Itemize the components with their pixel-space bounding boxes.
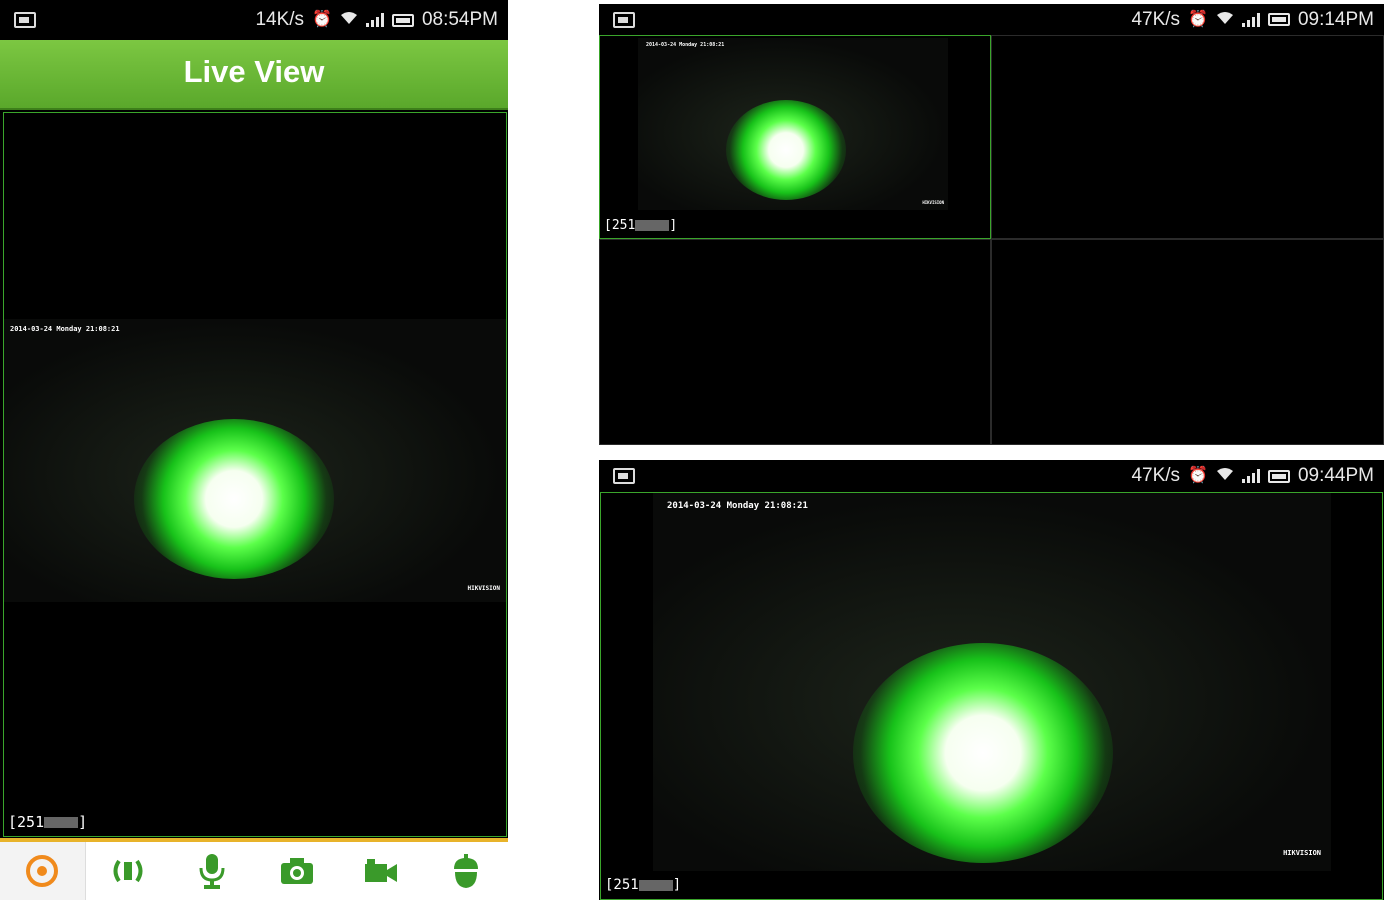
quad-cell-2[interactable] xyxy=(991,35,1384,239)
network-speed: 47K/s xyxy=(1131,465,1181,486)
battery-icon xyxy=(1267,13,1290,26)
snapshot-button[interactable] xyxy=(255,842,340,900)
feed-timestamp: 2014-03-24 Monday 21:08:21 xyxy=(667,501,808,511)
portrait-live-view-screen: 14K/s ⏰ 08:54PM Live View 2014-03-24 Mon… xyxy=(0,0,508,900)
redacted-id xyxy=(635,220,670,231)
feed-watermark: HIKVISION xyxy=(467,585,500,592)
signal-icon xyxy=(365,13,384,27)
network-speed: 47K/s xyxy=(1131,8,1181,30)
live-view-pane[interactable]: 2014-03-24 Monday 21:08:21 HIKVISION [25… xyxy=(3,112,507,837)
video-camera-icon xyxy=(365,859,398,882)
wifi-icon xyxy=(1216,11,1234,29)
quad-cell-4[interactable] xyxy=(991,239,1384,445)
record-button[interactable] xyxy=(339,842,424,900)
channel-label: [251] xyxy=(605,877,681,893)
more-button[interactable] xyxy=(424,842,509,900)
audio-button[interactable] xyxy=(86,842,171,900)
light-glare xyxy=(853,643,1113,863)
quad-cell-3[interactable] xyxy=(599,239,991,445)
status-bar: 14K/s ⏰ 08:54PM xyxy=(0,0,508,40)
landscape-view-screen: 47K/s ⏰ 09:44PM 2014-03-24 Monday 21:08:… xyxy=(599,460,1384,900)
redacted-id xyxy=(44,817,79,828)
redacted-id xyxy=(638,879,673,891)
light-glare xyxy=(134,419,334,579)
talk-button[interactable] xyxy=(170,842,255,900)
page-title: Live View xyxy=(183,54,325,89)
feed-timestamp: 2014-03-24 Monday 21:08:21 xyxy=(10,325,120,333)
camera-icon xyxy=(280,858,313,884)
alarm-icon: ⏰ xyxy=(1188,467,1208,484)
clock: 09:44PM xyxy=(1297,465,1374,486)
status-bar: 47K/s ⏰ 09:44PM xyxy=(599,460,1384,492)
status-bar: 47K/s ⏰ 09:14PM xyxy=(599,4,1384,35)
channel-label-prefix: [251 xyxy=(604,218,636,233)
alarm-icon: ⏰ xyxy=(1188,10,1208,28)
app-header: Live View xyxy=(0,40,508,110)
live-view-pane[interactable]: 2014-03-24 Monday 21:08:21 HIKVISION [25… xyxy=(600,492,1383,900)
feed-watermark: HIKVISION xyxy=(922,200,944,205)
ptz-target-icon xyxy=(26,855,59,887)
signal-icon xyxy=(1241,469,1260,483)
gallery-notification-icon xyxy=(613,468,635,484)
channel-label-suffix: ] xyxy=(672,877,682,893)
camera-feed[interactable]: 2014-03-24 Monday 21:08:21 HIKVISION xyxy=(653,493,1331,871)
gallery-notification-icon xyxy=(14,12,36,28)
camera-feed[interactable]: 2014-03-24 Monday 21:08:21 HIKVISION xyxy=(4,319,506,602)
channel-label-prefix: [251 xyxy=(8,813,45,831)
speaker-icon xyxy=(113,859,143,883)
quad-cell-1[interactable]: 2014-03-24 Monday 21:08:21 HIKVISION [25… xyxy=(599,35,991,239)
channel-label-suffix: ] xyxy=(78,813,88,831)
channel-label: [251] xyxy=(8,813,87,831)
gallery-notification-icon xyxy=(613,11,635,28)
alarm-icon: ⏰ xyxy=(312,11,332,28)
feed-watermark: HIKVISION xyxy=(1283,849,1321,857)
feed-timestamp: 2014-03-24 Monday 21:08:21 xyxy=(646,42,725,48)
acorn-icon xyxy=(453,854,478,888)
ptz-button[interactable] xyxy=(0,842,86,900)
microphone-icon xyxy=(199,854,225,889)
channel-label-prefix: [251 xyxy=(605,877,639,893)
channel-label: [251] xyxy=(604,218,677,233)
control-toolbar xyxy=(0,838,508,900)
network-speed: 14K/s xyxy=(255,9,305,30)
clock: 08:54PM xyxy=(421,9,498,30)
wifi-icon xyxy=(1216,467,1234,485)
camera-feed[interactable]: 2014-03-24 Monday 21:08:21 HIKVISION xyxy=(638,38,948,210)
channel-label-suffix: ] xyxy=(669,218,678,233)
battery-icon xyxy=(391,13,414,27)
light-glare xyxy=(726,100,846,200)
clock: 09:14PM xyxy=(1297,8,1374,30)
wifi-icon xyxy=(340,11,358,29)
quad-view-screen: 47K/s ⏰ 09:14PM 2014-03-24 Monday 21:08:… xyxy=(599,4,1384,445)
signal-icon xyxy=(1241,12,1260,27)
battery-icon xyxy=(1267,469,1290,483)
